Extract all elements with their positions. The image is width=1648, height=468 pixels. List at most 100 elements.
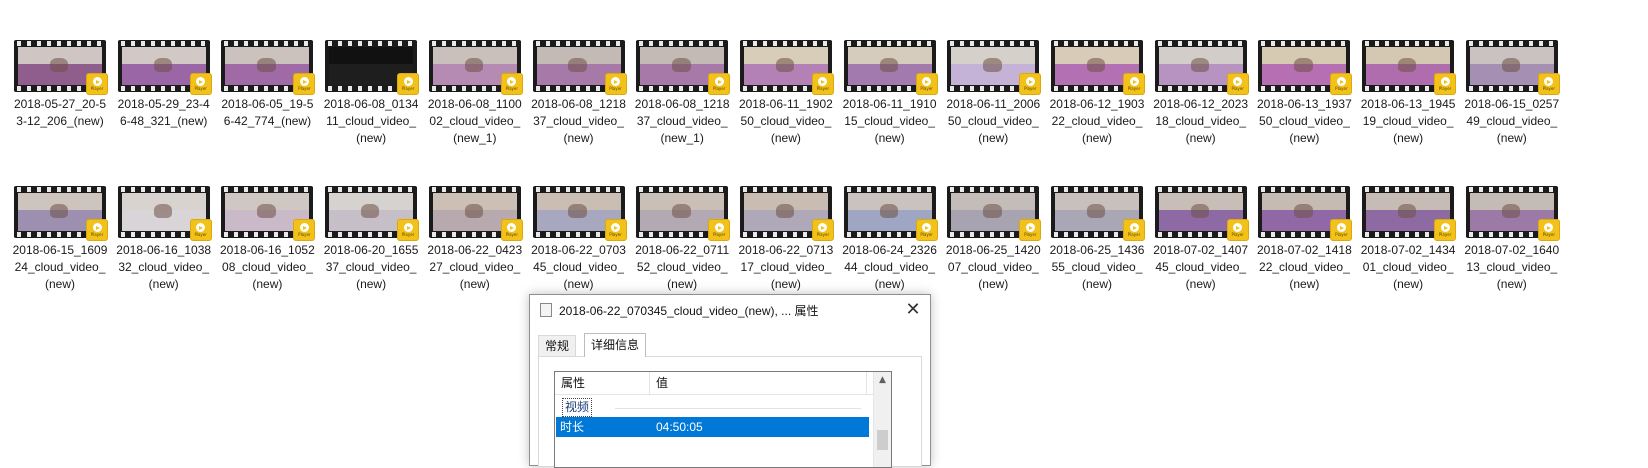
file-item[interactable]: Player 2018-06-15_025749_cloud_video_(new… [1460, 40, 1564, 147]
player-app-icon: Player [500, 73, 523, 95]
player-app-icon: Player [500, 219, 523, 241]
file-item[interactable]: Player 2018-06-25_142007_cloud_video_(new… [941, 186, 1045, 293]
close-button[interactable]: ✕ [902, 299, 924, 321]
frame-figure [361, 203, 380, 219]
player-badge-label: Player [1024, 86, 1037, 91]
file-name: 2018-06-08_110002_cloud_video_(new_1) [427, 97, 522, 145]
film-strip-edge [532, 187, 625, 192]
file-item[interactable]: Player 2018-06-11_191015_cloud_video_(new… [838, 40, 942, 147]
film-strip-edge [843, 41, 936, 46]
film-strip-edge [221, 41, 314, 46]
file-item[interactable]: Player 2018-07-02_143401_cloud_video_(new… [1356, 186, 1460, 293]
play-icon [507, 77, 517, 86]
film-strip-edge [739, 187, 832, 192]
file-name: 2018-06-13_194519_cloud_video_(new) [1360, 97, 1456, 145]
file-item[interactable]: Player 2018-06-12_190322_cloud_video_(new… [1045, 40, 1149, 147]
video-thumbnail: Player [117, 40, 212, 95]
player-badge-label: Player [609, 86, 622, 91]
player-app-icon: Player [397, 73, 420, 95]
column-header-property[interactable]: 属性 [555, 372, 650, 394]
file-item[interactable]: Player 2018-05-29_23-46-48_321_(new) [112, 40, 216, 130]
dialog-titlebar[interactable]: 2018-06-22_070345_cloud_video_(new), ...… [530, 295, 930, 325]
file-item[interactable]: Player 2018-07-02_164013_cloud_video_(new… [1460, 186, 1564, 293]
video-thumbnail: Player [636, 40, 731, 95]
file-item[interactable]: Player 2018-06-22_042327_cloud_video_(new… [423, 186, 527, 293]
property-row-duration[interactable]: 时长 04:50:05 [556, 417, 869, 437]
column-header-value[interactable]: 值 [650, 372, 867, 394]
file-item[interactable]: Player 2018-06-22_071152_cloud_video_(new… [630, 186, 734, 293]
play-icon [403, 77, 413, 86]
play-icon [507, 223, 517, 232]
frame-figure [775, 57, 795, 73]
frame-figure [568, 203, 587, 219]
play-icon [611, 223, 620, 232]
film-strip-edge [428, 187, 521, 192]
film-strip-edge [1051, 41, 1143, 46]
file-item[interactable]: Player 2018-05-27_20-53-12_206_(new) [8, 40, 112, 130]
file-item[interactable]: Player 2018-06-15_160924_cloud_video_(new… [8, 186, 112, 293]
file-name: 2018-06-22_071152_cloud_video_(new) [635, 243, 730, 291]
file-copy-icon [540, 300, 553, 317]
file-item[interactable]: Player 2018-06-13_194519_cloud_video_(new… [1356, 40, 1460, 147]
file-item[interactable]: Player 2018-06-22_070345_cloud_video_(new… [527, 186, 631, 293]
play-icon [714, 77, 724, 86]
file-item[interactable]: Player 2018-06-16_105208_cloud_video_(new… [215, 186, 319, 293]
scroll-thumb[interactable] [877, 430, 888, 450]
frame-figure [1501, 203, 1521, 219]
file-item[interactable]: Player 2018-06-22_071317_cloud_video_(new… [734, 186, 838, 293]
frame-figure [568, 57, 587, 73]
file-item[interactable]: Player 2018-06-16_103832_cloud_video_(new… [112, 186, 216, 293]
frame-figure [983, 57, 1002, 73]
file-item[interactable]: Player 2018-06-12_202318_cloud_video_(new… [1149, 40, 1253, 147]
file-name: 2018-05-29_23-46-48_321_(new) [117, 97, 210, 128]
player-badge-label: Player [1335, 232, 1348, 237]
video-thumbnail: Player [843, 40, 938, 95]
file-item[interactable]: Player 2018-06-20_165537_cloud_video_(new… [319, 186, 423, 293]
player-badge-label: Player [1335, 86, 1348, 91]
file-item[interactable]: Player 2018-06-11_200650_cloud_video_(new… [941, 40, 1045, 147]
video-thumbnail: Player [221, 186, 316, 241]
file-name: 2018-06-22_042327_cloud_video_(new) [427, 243, 523, 291]
film-strip-edge [428, 41, 521, 46]
player-app-icon: Player [1434, 219, 1457, 241]
group-header-video[interactable]: 视频 [562, 398, 593, 417]
video-thumbnail: Player [1051, 186, 1145, 241]
player-app-icon: Player [397, 219, 420, 241]
player-app-icon: Player [1330, 73, 1353, 95]
scroll-up-arrow-icon[interactable]: ▲ [874, 372, 891, 389]
file-item[interactable]: Player 2018-07-02_140745_cloud_video_(new… [1149, 186, 1253, 293]
vertical-scrollbar[interactable]: ▲ [873, 372, 891, 467]
file-name: 2018-05-27_20-53-12_206_(new) [13, 97, 107, 128]
file-item[interactable]: Player 2018-06-05_19-56-42_774_(new) [215, 40, 319, 130]
player-badge-label: Player [401, 232, 415, 237]
details-panel: 属性 值 视频 时长 04:50:05 ▲ [538, 356, 922, 468]
property-list[interactable]: 属性 值 视频 时长 04:50:05 ▲ [554, 371, 892, 468]
file-item[interactable]: Player 2018-06-08_110002_cloud_video_(new… [423, 40, 527, 147]
tab-general[interactable]: 常规 [538, 335, 577, 356]
file-item[interactable]: Player 2018-06-24_232644_cloud_video_(new… [838, 186, 942, 293]
file-item[interactable]: Player 2018-07-02_141822_cloud_video_(new… [1252, 186, 1356, 293]
frame-figure [1086, 57, 1106, 73]
frame-figure [153, 57, 173, 73]
file-item[interactable]: Player 2018-06-13_193750_cloud_video_(new… [1252, 40, 1356, 147]
play-icon [1336, 223, 1346, 232]
play-icon [1544, 77, 1554, 86]
player-app-icon: Player [708, 73, 731, 95]
player-badge-label: Player [90, 232, 104, 237]
film-strip-edge [843, 187, 936, 192]
file-item[interactable]: Player 2018-06-08_013411_cloud_video_(new… [319, 40, 423, 147]
film-strip-edge [1051, 187, 1143, 192]
player-badge-label: Player [505, 232, 519, 237]
play-icon [299, 223, 309, 232]
video-thumbnail: Player [1362, 186, 1457, 241]
file-item[interactable]: Player 2018-06-08_121837_cloud_video_(new… [630, 40, 734, 147]
frame-figure [257, 57, 276, 73]
frame-figure [1501, 57, 1521, 73]
file-item[interactable]: Player 2018-06-25_143655_cloud_video_(new… [1045, 186, 1149, 293]
play-icon [1129, 223, 1139, 232]
file-name: 2018-06-22_071317_cloud_video_(new) [738, 243, 834, 291]
tab-details[interactable]: 详细信息 [584, 333, 647, 357]
file-item[interactable]: Player 2018-06-08_121837_cloud_video_(new… [527, 40, 631, 147]
file-item[interactable]: Player 2018-06-11_190250_cloud_video_(new… [734, 40, 838, 147]
file-name: 2018-06-24_232644_cloud_video_(new) [842, 243, 937, 291]
